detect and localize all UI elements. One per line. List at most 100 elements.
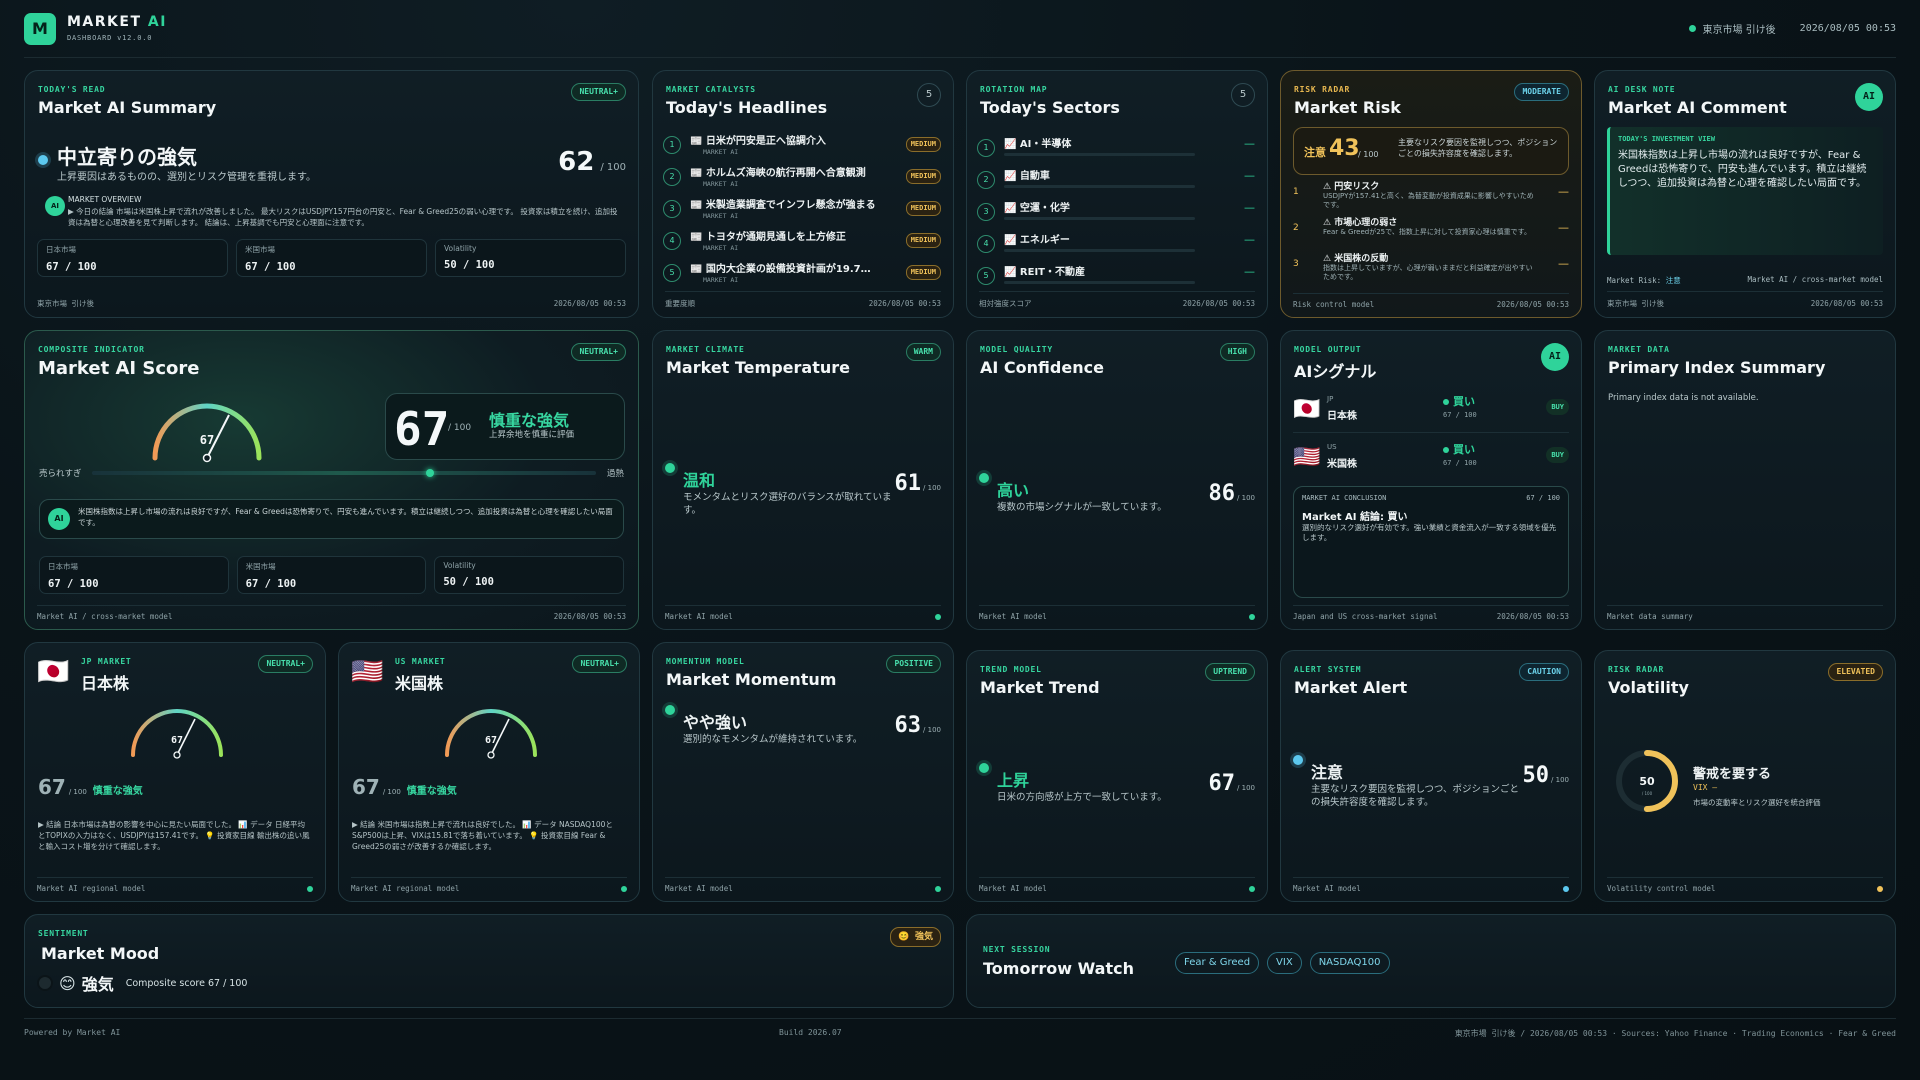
- jp-flag-icon: 🇯🇵: [37, 657, 70, 687]
- alert-dot: [1293, 755, 1303, 765]
- risk-item[interactable]: 3 ⚠ 米国株の反動 指数は上昇していますが、心理が弱いままだと利益確定が出やす…: [1293, 251, 1569, 287]
- risk-level-box: 注意 43 / 100 主要なリスク要因を監視しつつ、ポジションごとの損失許容度…: [1293, 127, 1569, 175]
- risk-badge: MODERATE: [1514, 83, 1569, 101]
- signal-jp-tag: BUY: [1546, 399, 1569, 415]
- momentum-card: MOMENTUM MODEL Market Momentum POSITIVE …: [652, 642, 954, 902]
- score-note-text: 米国株指数は上昇し市場の流れは良好ですが、Fear & Greedは恐怖寄りで、…: [78, 507, 613, 527]
- trend-value: 67/ 100: [1208, 771, 1255, 796]
- us-footer: Market AI regional model: [351, 877, 627, 893]
- temperature-dot: [665, 463, 675, 473]
- status-dot: [1689, 25, 1697, 32]
- signal-row-jp[interactable]: 🇯🇵 JP 日本株 買い 67 / 100 BUY: [1293, 393, 1569, 433]
- score-max: / 100: [448, 423, 472, 433]
- headlines-card: MARKET CATALYSTS Today's Headlines 5 1 📰 …: [652, 70, 954, 318]
- headline-item[interactable]: 3 📰 米製造業調査でインフレ懸念が強まる MARKET AI MEDIUM: [663, 196, 941, 226]
- momentum-footer: Market AI model: [665, 877, 941, 893]
- footer-sources[interactable]: 東京市場 引け後 / 2026/08/05 00:53 · Sources: Y…: [1455, 1028, 1896, 1039]
- momentum-kicker: MOMENTUM MODEL: [666, 657, 745, 666]
- us-text: ▶ 結論 米国市場は指数上昇で流れは良好でした。 📊 データ NASDAQ100…: [352, 820, 613, 851]
- summary-badge: NEUTRAL+: [571, 83, 626, 101]
- temperature-badge: WARM: [905, 343, 941, 361]
- sector-item[interactable]: 3 📈 空運・化学 —: [977, 199, 1255, 229]
- sector-item[interactable]: 5 📈 REIT・不動産 —: [977, 263, 1255, 293]
- confidence-mood: 高い: [997, 481, 1030, 500]
- score-gauge: 67: [152, 403, 262, 463]
- trend-badge: UPTREND: [1205, 663, 1255, 681]
- jp-footer: Market AI regional model: [37, 877, 313, 893]
- investment-view-label: TODAY'S INVESTMENT VIEW: [1618, 135, 1715, 143]
- score-scale-track: [92, 469, 596, 477]
- headline-item[interactable]: 2 📰 ホルムズ海峡の航行再開へ合意観測 MARKET AI MEDIUM: [663, 164, 941, 194]
- trend-dot: [979, 763, 989, 773]
- brand-logo[interactable]: M: [24, 13, 56, 45]
- alert-badge: CAUTION: [1519, 663, 1569, 681]
- market-session: 東京市場 引け後: [1702, 25, 1776, 36]
- page-footer: Powered by Market AI Build 2026.07 東京市場 …: [24, 1018, 1896, 1038]
- chip-vix[interactable]: VIX: [1267, 952, 1302, 974]
- mood-toggle-icon: [37, 975, 53, 991]
- comment-ai-avatar: AI: [1855, 83, 1883, 111]
- alert-footer: Market AI model: [1293, 877, 1569, 893]
- comment-card: AI DESK NOTE Market AI Comment AI TODAY'…: [1594, 70, 1896, 318]
- jp-text: ▶ 結論 日本市場は為替の影響を中心に見たい局面でした。 📊 データ 日経平均と…: [38, 820, 310, 851]
- headline-item[interactable]: 1 📰 日米が円安是正へ協調介入 MARKET AI MEDIUM: [663, 132, 941, 162]
- jp-kicker: JP MARKET: [81, 657, 132, 666]
- overview-text: ▶ 今日の結論 市場は米国株上昇で流れが改善しました。 最大リスクはUSDJPY…: [68, 207, 618, 227]
- risk-item[interactable]: 1 ⚠ 円安リスク USDJPYが157.41と高く、為替変動が投資成果に影響し…: [1293, 179, 1569, 215]
- signal-us-tag: BUY: [1546, 447, 1569, 463]
- temperature-desc: モメンタムとリスク選好のバランスが取れています。: [683, 492, 892, 516]
- signal-conclusion: MARKET AI CONCLUSION 67 / 100 Market AI …: [1293, 486, 1569, 598]
- sector-item[interactable]: 2 📈 自動車 —: [977, 167, 1255, 197]
- confidence-desc: 複数の市場シグナルが一致しています。: [997, 502, 1167, 513]
- summary-score: 62 / 100: [558, 147, 626, 177]
- us-flag-icon: 🇺🇸: [351, 657, 384, 687]
- index-title: Primary Index Summary: [1608, 358, 1826, 377]
- temperature-footer: Market AI model: [665, 605, 941, 621]
- risk-item[interactable]: 2 ⚠ 市場心理の弱さ Fear & Greedが25で、指数上昇に対して投資家…: [1293, 215, 1569, 251]
- us-badge: NEUTRAL+: [572, 655, 627, 673]
- comment-footer: 東京市場 引け後 2026/08/05 00:53: [1607, 291, 1883, 309]
- sectors-count: 5: [1231, 83, 1255, 107]
- momentum-mood: やや強い: [683, 713, 748, 732]
- footer-build: Build 2026.07: [779, 1028, 842, 1037]
- summary-card: TODAY'S READ Market AI Summary NEUTRAL+ …: [24, 70, 639, 318]
- signal-card: MODEL OUTPUT AIシグナル AI 🇯🇵 JP 日本株 買い 67 /…: [1280, 330, 1582, 630]
- summary-box-vol: Volatility 50 / 100: [435, 239, 626, 277]
- volatility-card: RISK RADAR Volatility ELEVATED 50 / 100 …: [1594, 650, 1896, 902]
- signal-title: AIシグナル: [1294, 362, 1377, 381]
- us-kicker: US MARKET: [395, 657, 446, 666]
- score-kicker: COMPOSITE INDICATOR: [38, 345, 145, 354]
- sector-item[interactable]: 4 📈 エネルギー —: [977, 231, 1255, 261]
- jp-market-card: JP MARKET 🇯🇵 日本株 NEUTRAL+ 67 67 / 100 慎重…: [24, 642, 326, 902]
- mood-badge: 😊 強気: [890, 927, 941, 947]
- volatility-kicker: RISK RADAR: [1608, 665, 1665, 674]
- mood-kicker: SENTIMENT: [38, 929, 89, 938]
- headline-item[interactable]: 4 📰 トヨタが通期見通しを上方修正 MARKET AI MEDIUM: [663, 228, 941, 258]
- index-footer: Market data summary: [1607, 605, 1883, 621]
- mood-score: Composite score 67 / 100: [125, 977, 248, 989]
- jp-flag-icon: 🇯🇵: [1293, 397, 1321, 422]
- alert-desc: 主要なリスク要因を監視しつつ、ポジションごとの損失許容度を確認します。: [1311, 784, 1520, 808]
- risk-score: 43: [1329, 136, 1360, 161]
- score-market-boxes: 日本市場 67 / 100 米国市場 67 / 100 Volatility 50 /…: [39, 556, 625, 594]
- risk-footer: Risk control model 2026/08/05 00:53: [1293, 293, 1569, 309]
- jp-title: 日本株: [81, 674, 130, 693]
- headlines-footer: 重要度順 2026/08/05 00:53: [665, 291, 941, 309]
- risk-level: 注意: [1304, 146, 1326, 159]
- score-gauge-label: 67: [200, 433, 214, 447]
- signal-row-us[interactable]: 🇺🇸 US 米国株 買い 67 / 100 BUY: [1293, 441, 1569, 481]
- tomorrow-kicker: NEXT SESSION: [983, 945, 1051, 954]
- risk-score-max: / 100: [1358, 150, 1379, 159]
- summary-mood: 中立寄りの強気: [57, 145, 197, 169]
- confidence-kicker: MODEL QUALITY: [980, 345, 1054, 354]
- index-message: Primary index data is not available.: [1608, 393, 1759, 403]
- alert-card: ALERT SYSTEM Market Alert CAUTION 注意 主要な…: [1280, 650, 1582, 902]
- chip-nasdaq100[interactable]: NASDAQ100: [1309, 952, 1390, 974]
- summary-score-max: / 100: [600, 162, 626, 173]
- jp-gauge: 67: [131, 709, 223, 759]
- chip-fear-greed[interactable]: Fear & Greed: [1175, 952, 1260, 974]
- sector-item[interactable]: 1 📈 AI・半導体 —: [977, 135, 1255, 165]
- headline-item[interactable]: 5 📰 国内大企業の設備投資計画が19.7… MARKET AI MEDIUM: [663, 260, 941, 290]
- score-footer: Market AI / cross-market model 2026/08/05…: [37, 605, 626, 621]
- jp-gauge-label: 67: [171, 735, 183, 746]
